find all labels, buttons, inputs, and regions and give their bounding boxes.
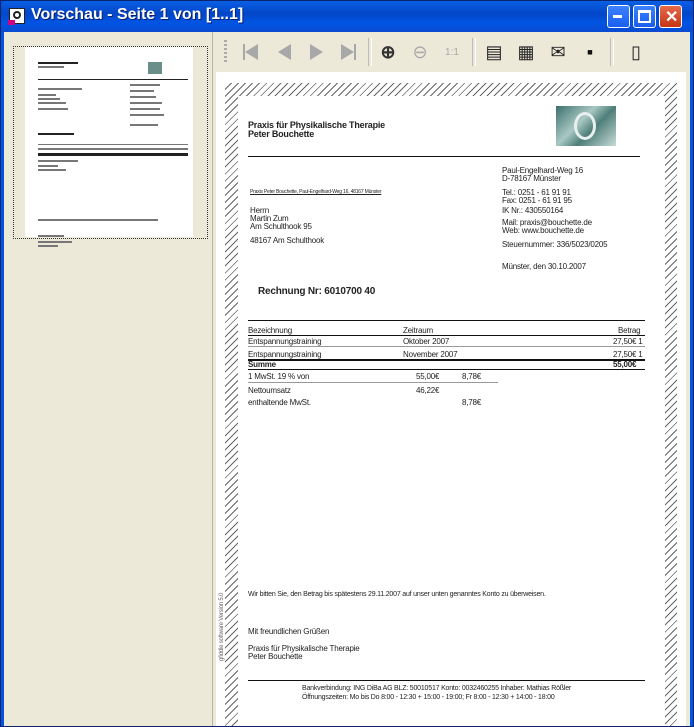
window-title: Vorschau - Seite 1 von [1..1] xyxy=(31,6,244,23)
table-header-rule xyxy=(248,335,645,336)
toolbar-separator xyxy=(610,38,614,66)
preview-app-icon[interactable] xyxy=(8,8,25,25)
payment-note: Wir bitten Sie, den Betrag bis spätesten… xyxy=(248,591,546,598)
address-line: Am Schulthook 95 xyxy=(250,222,312,231)
table-row-rule xyxy=(248,346,645,347)
address-line: 48167 Am Schulthook xyxy=(250,236,325,245)
sum-label: Summe xyxy=(248,360,276,369)
table-cell: 27,50€ 1 xyxy=(613,350,643,359)
printer-setup-icon[interactable]: ▦ xyxy=(514,40,538,64)
zoom-out-icon[interactable]: ⊖ xyxy=(408,40,432,64)
contact-ik: IK Nr.: 430550164 xyxy=(502,206,564,215)
net-amount: 46,22€ xyxy=(416,386,440,395)
software-version-note: gfiddle software Version 5.0 xyxy=(219,592,225,661)
invoice-page: Praxis für Physikalische Therapie Peter … xyxy=(219,96,665,726)
zoom-reset-button[interactable]: 1:1 xyxy=(440,40,464,64)
toolbar-grip[interactable] xyxy=(224,40,227,64)
maximize-button[interactable] xyxy=(633,5,656,28)
preview-window: Vorschau - Seite 1 von [1..1] ✕ ⊕ ⊖ 1:1 … xyxy=(0,0,694,727)
title-bar[interactable]: Vorschau - Seite 1 von [1..1] ✕ xyxy=(1,1,693,32)
last-page-icon[interactable] xyxy=(336,40,360,64)
close-button[interactable]: ✕ xyxy=(659,5,682,28)
sum-value: 55,00€ xyxy=(613,360,637,369)
toolbar-separator xyxy=(472,38,476,66)
save-icon[interactable]: ▪ xyxy=(578,40,602,64)
net-label: Nettoumsatz xyxy=(248,386,291,395)
sum-bottom-rule xyxy=(248,369,645,370)
zoom-in-icon[interactable]: ⊕ xyxy=(376,40,400,64)
toolbar-separator xyxy=(368,38,372,66)
practitioner-name: Peter Bouchette xyxy=(248,129,315,139)
footer-rule xyxy=(248,680,645,681)
tax-base: 55,00€ xyxy=(416,372,440,381)
table-top-rule xyxy=(248,320,645,321)
page-viewport[interactable]: Praxis für Physikalische Therapie Peter … xyxy=(216,72,686,726)
exit-door-icon[interactable]: ▯ xyxy=(624,40,648,64)
page-thumbnail[interactable] xyxy=(25,47,193,247)
table-cell: Entspannungstraining xyxy=(248,350,322,359)
previous-page-icon[interactable] xyxy=(272,40,296,64)
col-header-description: Bezeichnung xyxy=(248,326,293,335)
greeting: Mit freundlichen Grüßen xyxy=(248,627,330,636)
first-page-icon[interactable] xyxy=(238,40,262,64)
close-icon: ✕ xyxy=(665,9,679,26)
preview-toolbar: ⊕ ⊖ 1:1 ▤ ▦ ✉ ▪ ▯ xyxy=(214,34,690,68)
vat-label: enthaltende MwSt. xyxy=(248,398,311,407)
signature-line: Peter Bouchette xyxy=(248,652,303,661)
invoice-title: Rechnung Nr: 6010700 40 xyxy=(258,286,376,297)
contact-address: D-78167 Münster xyxy=(502,174,561,183)
vat-amount: 8,78€ xyxy=(462,398,482,407)
email-icon[interactable]: ✉ xyxy=(546,40,570,64)
invoice-date: Münster, den 30.10.2007 xyxy=(502,262,586,271)
sender-line: Praxis Peter Bouchette, Paul-Engelhard-W… xyxy=(250,189,382,195)
header-rule xyxy=(248,156,640,157)
practice-logo-image xyxy=(556,106,616,146)
contact-fax: Fax: 0251 - 61 91 95 xyxy=(502,196,572,205)
tax-label: 1 MwSt. 19 % von xyxy=(248,372,310,381)
print-icon[interactable]: ▤ xyxy=(482,40,506,64)
contact-web: Web: www.bouchette.de xyxy=(502,226,584,235)
col-header-period: Zeitraum xyxy=(403,326,433,335)
contact-tax: Steuernummer: 336/5023/0205 xyxy=(502,240,608,249)
tax-amount: 8,78€ xyxy=(462,372,482,381)
bank-details: Bankverbindung: ING DiBa AG BLZ: 5001051… xyxy=(302,685,572,692)
table-cell: 27,50€ 1 xyxy=(613,337,643,346)
tax-rule xyxy=(248,382,498,383)
minimize-button[interactable] xyxy=(607,5,630,28)
next-page-icon[interactable] xyxy=(304,40,328,64)
table-cell: Entspannungstraining xyxy=(248,337,322,346)
table-cell: November 2007 xyxy=(403,350,458,359)
col-header-amount: Betrag xyxy=(618,326,641,335)
preview-area: ⊕ ⊖ 1:1 ▤ ▦ ✉ ▪ ▯ Praxis für Physikalisc… xyxy=(214,32,690,726)
thumbnail-panel[interactable] xyxy=(4,32,213,726)
table-cell: Oktober 2007 xyxy=(403,337,450,346)
thumbnail-logo xyxy=(148,62,162,74)
opening-hours: Öffnungszeiten: Mo bis Do 8:00 - 12:30 +… xyxy=(302,694,555,701)
sum-top-rule xyxy=(248,359,645,361)
client-area: ⊕ ⊖ 1:1 ▤ ▦ ✉ ▪ ▯ Praxis für Physikalisc… xyxy=(4,32,690,726)
